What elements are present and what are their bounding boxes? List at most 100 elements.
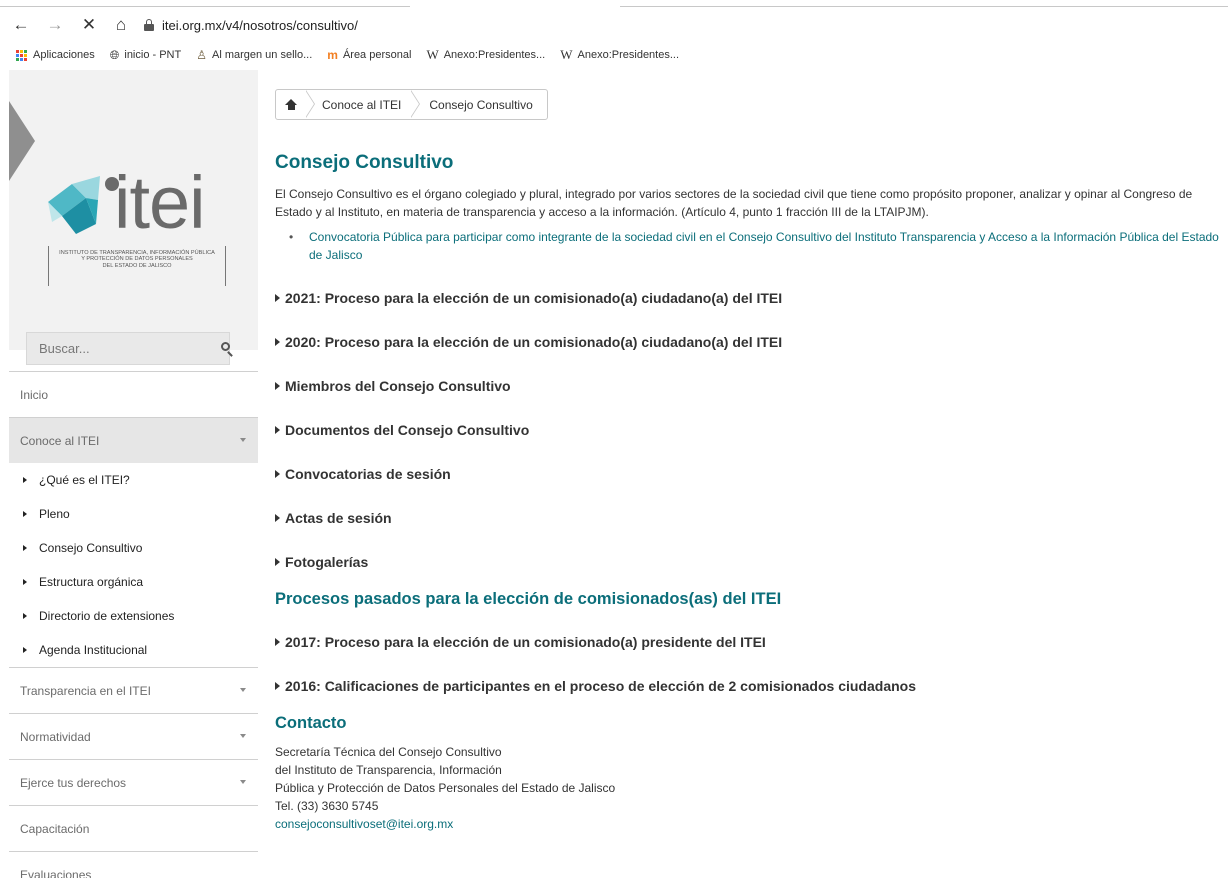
caret-right-icon: [23, 545, 27, 551]
breadcrumb-current: Consejo Consultivo: [429, 97, 533, 112]
sidebar-item-label: Transparencia en el ITEI: [20, 683, 151, 698]
sidebar-item-label: Capacitación: [20, 821, 90, 836]
submenu-item-label: Consejo Consultivo: [39, 541, 143, 555]
main-content: Conoce al ITEI Consejo Consultivo Consej…: [275, 70, 1228, 878]
accordion-miembros[interactable]: Miembros del Consejo Consultivo: [275, 378, 511, 394]
accordion-2017-proceso[interactable]: 2017: Proceso para la elección de un com…: [275, 634, 766, 650]
contact-line: Pública y Protección de Datos Personales…: [275, 781, 616, 795]
accordion-label: 2016: Calificaciones de participantes en…: [285, 678, 916, 694]
past-processes-title: Procesos pasados para la elección de com…: [275, 590, 782, 608]
sidebar: itei INSTITUTO DE TRANSPARENCIA, INFORMA…: [0, 70, 258, 878]
itei-logo-mark-icon: [48, 176, 119, 234]
accordion-convocatorias-sesion[interactable]: Convocatorias de sesión: [275, 466, 451, 482]
submenu-item-agenda-institucional[interactable]: Agenda Institucional: [9, 633, 258, 667]
caret-right-icon: [275, 682, 280, 690]
itei-logo-subtitle: INSTITUTO DE TRANSPARENCIA, INFORMACIÓN …: [48, 246, 226, 286]
bookmark-label: Aplicaciones: [33, 49, 95, 61]
bookmark-al-margen[interactable]: ♙ Al margen un sello...: [196, 49, 312, 61]
contact-email-link[interactable]: consejoconsultivoset@itei.org.mx: [275, 817, 453, 831]
sidebar-item-capacitacion[interactable]: Capacitación: [9, 805, 258, 851]
bookmark-area-personal[interactable]: m Área personal: [327, 49, 411, 61]
breadcrumb-link-conoce[interactable]: Conoce al ITEI: [316, 98, 411, 112]
bookmarks-bar: Aplicaciones 🌐︎ inicio - PNT ♙ Al margen…: [0, 44, 1228, 66]
wikipedia-icon: W: [426, 47, 439, 62]
convocatoria-list-item: • Convocatoria Pública para participar c…: [289, 228, 1228, 264]
sidebar-item-transparencia[interactable]: Transparencia en el ITEI: [9, 667, 258, 713]
tab-strip: [0, 0, 1228, 8]
submenu-conoce-al-itei: ¿Qué es el ITEI? Pleno Consejo Consultiv…: [9, 463, 258, 667]
wikipedia-icon: W: [560, 47, 573, 62]
intro-paragraph: El Consejo Consultivo es el órgano coleg…: [275, 185, 1228, 221]
accordion-2020-proceso[interactable]: 2020: Proceso para la elección de un com…: [275, 334, 782, 350]
accordion-label: Documentos del Consejo Consultivo: [285, 422, 530, 438]
forward-button[interactable]: →: [44, 14, 66, 36]
bookmark-inicio-pnt[interactable]: 🌐︎ inicio - PNT: [110, 49, 181, 61]
search-box: [26, 332, 233, 365]
chevron-down-icon: [240, 780, 246, 784]
accordion-label: Fotogalerías: [285, 554, 369, 570]
page-title: Consejo Consultivo: [275, 152, 454, 173]
accordion-label: Actas de sesión: [285, 510, 392, 526]
sidebar-menu: Inicio Conoce al ITEI ¿Qué es el ITEI? P…: [9, 371, 258, 878]
lock-icon: [144, 19, 154, 31]
tab-divider: [0, 6, 410, 7]
contact-line: Secretaría Técnica del Consejo Consultiv…: [275, 745, 502, 759]
submenu-item-label: Directorio de extensiones: [39, 609, 175, 623]
omnibox[interactable]: itei.org.mx/v4/nosotros/consultivo/: [144, 12, 1228, 38]
bookmark-anexo-presidentes-2[interactable]: W Anexo:Presidentes...: [560, 47, 679, 62]
convocatoria-link[interactable]: Convocatoria Pública para participar com…: [289, 228, 1228, 246]
accordion-2016-calificaciones[interactable]: 2016: Calificaciones de participantes en…: [275, 678, 916, 694]
caret-right-icon: [23, 477, 27, 483]
accordion-documentos[interactable]: Documentos del Consejo Consultivo: [275, 422, 529, 438]
breadcrumb-separator: [305, 90, 316, 119]
sidebar-item-normatividad[interactable]: Normatividad: [9, 713, 258, 759]
accordion-2021-proceso[interactable]: 2021: Proceso para la elección de un com…: [275, 290, 782, 306]
sidebar-item-evaluaciones[interactable]: Evaluaciones: [9, 851, 258, 878]
chevron-down-icon: [240, 688, 246, 692]
contact-phone: Tel. (33) 3630 5745: [275, 799, 379, 813]
globe-icon: 🌐︎: [109, 48, 120, 62]
intro-line: Estado y al Instituto, en materia de tra…: [275, 205, 929, 219]
sidebar-item-inicio[interactable]: Inicio: [9, 371, 258, 417]
caret-right-icon: [275, 470, 280, 478]
sidebar-item-label: Normatividad: [20, 729, 91, 744]
search-icon[interactable]: [215, 339, 233, 359]
breadcrumb-home[interactable]: [276, 90, 306, 119]
bookmark-label: Área personal: [342, 49, 412, 61]
search-input[interactable]: [39, 341, 215, 356]
back-button[interactable]: ←: [10, 14, 32, 36]
bookmark-anexo-presidentes-1[interactable]: W Anexo:Presidentes...: [426, 47, 545, 62]
submenu-item-directorio-extensiones[interactable]: Directorio de extensiones: [9, 599, 258, 633]
bookmark-aplicaciones[interactable]: Aplicaciones: [16, 49, 95, 61]
home-button[interactable]: ⌂: [110, 14, 132, 36]
accordion-actas-sesion[interactable]: Actas de sesión: [275, 510, 392, 526]
submenu-item-que-es-el-itei[interactable]: ¿Qué es el ITEI?: [9, 463, 258, 497]
intro-line: El Consejo Consultivo es el órgano coleg…: [275, 187, 1193, 201]
moodle-icon: m: [327, 48, 338, 62]
accordion-fotogalerias[interactable]: Fotogalerías: [275, 554, 368, 570]
address-bar: ← → ✕ ⌂ itei.org.mx/v4/nosotros/consulti…: [0, 10, 1228, 40]
tab-divider: [620, 6, 1228, 7]
submenu-item-estructura-organica[interactable]: Estructura orgánica: [9, 565, 258, 599]
submenu-item-pleno[interactable]: Pleno: [9, 497, 258, 531]
submenu-item-label: Agenda Institucional: [39, 643, 148, 657]
caret-right-icon: [275, 382, 280, 390]
caret-right-icon: [23, 579, 27, 585]
itei-logo[interactable]: itei INSTITUTO DE TRANSPARENCIA, INFORMA…: [42, 166, 232, 290]
stop-loading-button[interactable]: ✕: [78, 14, 100, 36]
sidebar-item-conoce-al-itei[interactable]: Conoce al ITEI: [9, 417, 258, 463]
sidebar-item-ejerce-tus-derechos[interactable]: Ejerce tus derechos: [9, 759, 258, 805]
url-text[interactable]: itei.org.mx/v4/nosotros/consultivo/: [162, 18, 358, 33]
sidebar-collapse-arrow-icon[interactable]: [9, 101, 35, 181]
seal-icon: ♙: [196, 48, 207, 62]
submenu-item-consejo-consultivo[interactable]: Consejo Consultivo: [9, 531, 258, 565]
sidebar-item-label: Ejerce tus derechos: [20, 775, 127, 790]
convocatoria-link-continuation[interactable]: de Jalisco: [289, 246, 1228, 264]
accordion-label: 2021: Proceso para la elección de un com…: [285, 290, 783, 306]
contact-line: del Instituto de Transparencia, Informac…: [275, 763, 502, 777]
caret-right-icon: [275, 514, 280, 522]
breadcrumb: Conoce al ITEI Consejo Consultivo: [275, 89, 548, 120]
sidebar-item-label: Conoce al ITEI: [20, 433, 100, 448]
chevron-down-icon: [240, 438, 246, 442]
caret-right-icon: [23, 613, 27, 619]
